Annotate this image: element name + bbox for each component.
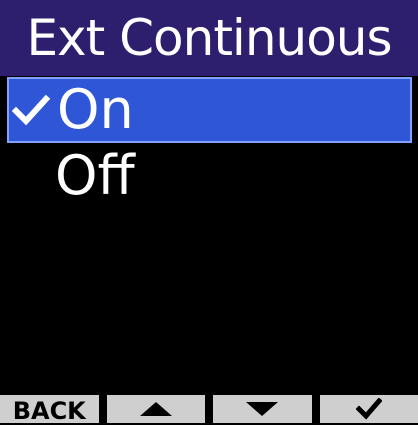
page-title: Ext Continuous: [26, 13, 391, 63]
checkmark-icon: [356, 398, 382, 420]
softkey-bar: BACK: [0, 395, 418, 423]
back-button[interactable]: BACK: [0, 395, 99, 423]
triangle-up-icon: [139, 401, 173, 417]
back-button-label: BACK: [13, 399, 86, 423]
triangle-down-icon: [245, 401, 279, 417]
checkmark-icon: [11, 90, 51, 130]
confirm-button[interactable]: [320, 395, 418, 423]
down-button[interactable]: [213, 395, 312, 423]
menu-item-off[interactable]: Off: [0, 143, 418, 209]
title-bar: Ext Continuous: [0, 0, 418, 76]
menu-item-label: Off: [55, 149, 135, 203]
option-list: On Off: [0, 77, 418, 209]
menu-item-label: On: [57, 83, 134, 137]
up-button[interactable]: [107, 395, 206, 423]
menu-item-on[interactable]: On: [7, 77, 412, 143]
